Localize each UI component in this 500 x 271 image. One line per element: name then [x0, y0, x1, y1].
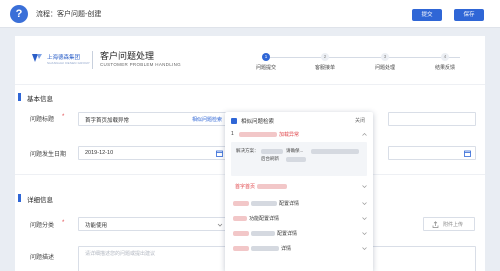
- title-field-label: 问题标题: [30, 117, 55, 123]
- brand-name-en: SHANGHAI DESEN GROUP: [47, 61, 90, 65]
- category-select[interactable]: 功能使用: [78, 217, 228, 231]
- item-title: 功能配置详情: [249, 216, 280, 222]
- step-feedback: 4 结果反馈: [425, 53, 465, 71]
- description-field-label: 问题描述: [30, 255, 55, 261]
- step-label: 客服接单: [314, 65, 335, 71]
- page-title: 客户问题处理: [100, 51, 155, 61]
- solution-text-2: 后台刷新: [261, 156, 279, 161]
- category-field-label: 问题分类: [30, 223, 55, 229]
- chevron-down-icon[interactable]: [362, 184, 367, 189]
- similar-issue-item[interactable]: 功能配置详情: [231, 213, 367, 225]
- chevron-down-icon[interactable]: [362, 246, 367, 251]
- search-result-icon: [231, 118, 237, 124]
- step-process: 3 问题处理: [365, 53, 405, 71]
- item-title: 详情: [281, 246, 292, 252]
- breadcrumb: 流程：客户问题-创建: [36, 11, 102, 18]
- right-field-input[interactable]: [388, 112, 476, 126]
- title-input-value: 首字首页加载异常: [85, 118, 130, 124]
- redacted-text: [251, 201, 277, 206]
- solution-text: 请确保...: [286, 148, 304, 153]
- similar-issue-item[interactable]: 配置详情: [231, 198, 367, 210]
- app-logo-icon: ?: [10, 5, 28, 23]
- upload-label: 附件上传: [443, 222, 464, 228]
- save-button[interactable]: 保存: [454, 9, 484, 21]
- chevron-down-icon: [217, 223, 223, 227]
- similar-issues-popup: 相似问题检索 关闭 1 加载异常 解决方案： 请确保... 后台刷新 首字首页 …: [225, 112, 373, 271]
- required-mark: *: [62, 220, 65, 226]
- date-input-value: 2019-12-10: [85, 150, 114, 156]
- calendar-icon[interactable]: [464, 150, 471, 157]
- header-divider: [15, 84, 485, 85]
- redacted-text: [311, 149, 359, 154]
- similar-issue-item[interactable]: 配置详情: [231, 228, 367, 240]
- step-number: 4: [441, 53, 449, 61]
- item-title: 配置详情: [279, 201, 300, 207]
- required-mark: *: [62, 114, 65, 120]
- issue-solution-panel: 解决方案： 请确保... 后台刷新: [231, 142, 367, 176]
- submit-button[interactable]: 提交: [412, 9, 442, 21]
- chevron-down-icon[interactable]: [362, 201, 367, 206]
- step-accept: 2 客服接单: [305, 53, 345, 71]
- description-placeholder: 请详细描述您的问题或提出建议: [85, 251, 156, 257]
- redacted-text: [233, 216, 247, 221]
- redacted-text: [239, 132, 277, 137]
- brand-divider: [92, 51, 93, 69]
- similar-issue-item[interactable]: 首字首页: [231, 181, 367, 193]
- step-number: 3: [381, 53, 389, 61]
- chevron-down-icon[interactable]: [362, 231, 367, 236]
- similar-issue-item[interactable]: 详情: [231, 243, 367, 255]
- step-label: 问题处理: [374, 65, 395, 71]
- popup-close-button[interactable]: 关闭: [355, 117, 365, 124]
- chevron-up-icon[interactable]: [362, 132, 367, 137]
- step-submit: 1 问题提交: [246, 53, 286, 71]
- section-marker: [18, 93, 21, 101]
- page-subtitle: CUSTOMER PROBLEM HANDLING: [100, 62, 181, 67]
- brand-logo-icon: [32, 54, 42, 62]
- step-label: 问题提交: [255, 65, 276, 71]
- similar-issue-item[interactable]: 1 加载异常: [231, 129, 367, 141]
- date-input[interactable]: 2019-12-10: [78, 146, 228, 160]
- redacted-text: [233, 231, 249, 236]
- item-title: 配置详情: [277, 231, 298, 237]
- item-title: 首字首页: [235, 184, 256, 190]
- redacted-text: [261, 149, 283, 154]
- date-field-label: 问题发生日期: [30, 152, 67, 158]
- upload-button[interactable]: 附件上传: [423, 217, 475, 231]
- item-title: 加载异常: [279, 132, 300, 138]
- section-marker: [18, 194, 21, 202]
- section-title-detail: 详细信息: [27, 197, 53, 204]
- section-title-basic: 基本信息: [27, 96, 53, 103]
- similar-search-link[interactable]: 相似问题检索: [192, 116, 222, 123]
- redacted-text: [233, 201, 249, 206]
- solution-label: 解决方案：: [236, 148, 259, 153]
- upload-icon: [432, 221, 439, 228]
- chevron-down-icon[interactable]: [362, 216, 367, 221]
- item-number: 1: [231, 131, 234, 137]
- calendar-icon[interactable]: [216, 150, 223, 157]
- step-label: 结果反馈: [434, 65, 455, 71]
- step-number: 1: [262, 53, 270, 61]
- step-number: 2: [321, 53, 329, 61]
- redacted-text: [233, 246, 249, 251]
- category-select-value: 功能使用: [85, 223, 108, 229]
- brand-name: 上海德森集团: [47, 55, 81, 61]
- top-bar: ? 流程：客户问题-创建 提交 保存: [0, 0, 500, 28]
- redacted-text: [251, 231, 275, 236]
- redacted-text: [257, 184, 287, 189]
- title-input[interactable]: 首字首页加载异常 相似问题检索: [78, 112, 228, 126]
- redacted-text: [286, 157, 306, 162]
- popup-title: 相似问题检索: [241, 119, 275, 125]
- right-date-input[interactable]: [388, 146, 476, 160]
- redacted-text: [251, 246, 279, 251]
